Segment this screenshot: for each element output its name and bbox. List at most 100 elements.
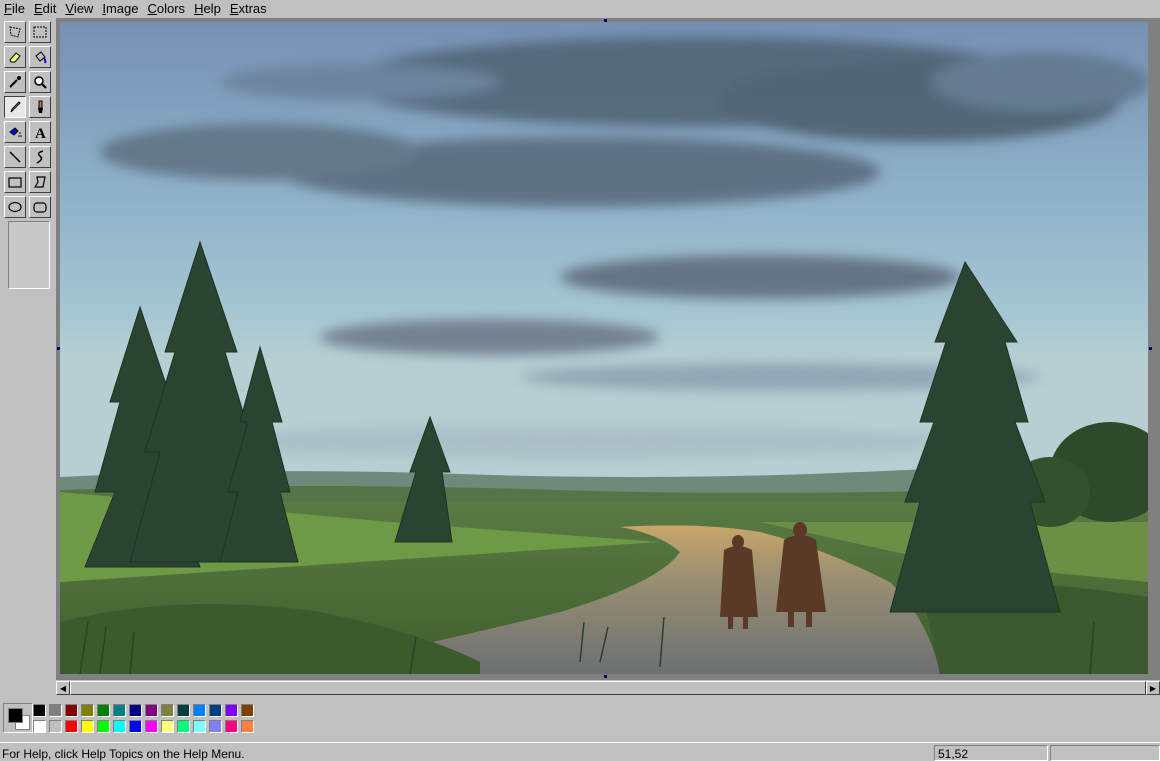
palette-swatch[interactable] (209, 720, 222, 733)
pencil-icon (10, 101, 21, 113)
palette-swatch[interactable] (49, 704, 62, 717)
scroll-thumb[interactable] (70, 681, 1146, 695)
text-tool[interactable]: A (29, 121, 51, 143)
magnifier-tool[interactable] (29, 71, 51, 93)
line-icon (9, 151, 21, 163)
airbrush-icon (9, 127, 22, 137)
palette-swatch[interactable] (113, 704, 126, 717)
resize-handle-top[interactable] (604, 19, 607, 22)
menu-colors[interactable]: Colors (143, 0, 190, 18)
menu-edit[interactable]: Edit (30, 0, 61, 18)
menu-help[interactable]: Help (190, 0, 226, 18)
menu-extras[interactable]: Extras (226, 0, 272, 18)
palette-swatch[interactable] (193, 720, 206, 733)
menu-label-rest: xtras (238, 1, 267, 16)
svg-text:A: A (35, 126, 46, 140)
palette-swatch[interactable] (81, 720, 94, 733)
status-help-text: For Help, click Help Topics on the Help … (2, 747, 245, 761)
scroll-left-button[interactable]: ◀ (56, 681, 70, 695)
eyedropper-icon (9, 76, 21, 88)
palette-swatch[interactable] (129, 704, 142, 717)
palette-swatch[interactable] (241, 704, 254, 717)
landscape-painting (60, 22, 1148, 674)
palette-swatch[interactable] (81, 704, 94, 717)
toolbox: A (0, 18, 57, 692)
curve-tool[interactable] (29, 146, 51, 168)
rectangle-tool[interactable] (4, 171, 26, 193)
pick-color-tool[interactable] (4, 71, 26, 93)
curve-icon (36, 150, 44, 164)
menu-image[interactable]: Image (98, 0, 143, 18)
rectangle-icon (8, 177, 22, 188)
fill-tool[interactable] (29, 46, 51, 68)
text-icon: A (35, 126, 46, 140)
brush-icon (38, 100, 43, 113)
polygon-tool[interactable] (29, 171, 51, 193)
palette-swatch[interactable] (161, 720, 174, 733)
rounded-rectangle-icon (33, 202, 47, 213)
menu-file[interactable]: File (0, 0, 30, 18)
current-colors[interactable] (3, 703, 33, 733)
menu-accelerator: F (4, 1, 12, 16)
horizontal-scrollbar[interactable]: ◀ ▶ (56, 680, 1160, 695)
rounded-rectangle-tool[interactable] (29, 196, 51, 218)
menu-label-rest: elp (203, 1, 221, 16)
palette-swatch[interactable] (225, 704, 238, 717)
palette-swatch[interactable] (33, 720, 46, 733)
rect-select-icon (33, 26, 47, 38)
menu-view[interactable]: View (61, 0, 98, 18)
line-tool[interactable] (4, 146, 26, 168)
palette-swatch[interactable] (145, 704, 158, 717)
palette-swatch[interactable] (209, 704, 222, 717)
color-box (0, 696, 1160, 740)
palette-swatch[interactable] (145, 720, 158, 733)
palette-swatch[interactable] (177, 704, 190, 717)
free-form-select-tool[interactable] (4, 21, 26, 43)
palette-swatch[interactable] (65, 720, 78, 733)
menu-label-rest: mage (105, 1, 139, 16)
scroll-right-button[interactable]: ▶ (1146, 681, 1160, 695)
menu-label-rest: ile (11, 1, 25, 16)
menu-bar: File Edit View Image Colors Help Extras (0, 0, 1160, 18)
airbrush-tool[interactable] (4, 121, 26, 143)
status-coordinates: 51,52 (938, 747, 969, 761)
eraser-icon (9, 52, 21, 63)
menu-accelerator: C (147, 1, 157, 16)
brush-tool[interactable] (29, 96, 51, 118)
menu-accelerator: V (65, 1, 74, 16)
palette-swatch[interactable] (49, 720, 62, 733)
eraser-tool[interactable] (4, 46, 26, 68)
status-bar: For Help, click Help Topics on the Help … (0, 742, 1160, 761)
palette-swatch[interactable] (177, 720, 190, 733)
fill-bucket-icon (35, 51, 47, 64)
ellipse-tool[interactable] (4, 196, 26, 218)
menu-label-rest: olors (156, 1, 186, 16)
menu-accelerator: E (33, 1, 43, 16)
palette-swatch[interactable] (241, 720, 254, 733)
palette-swatch[interactable] (97, 704, 110, 717)
menu-label-rest: dit (42, 1, 57, 16)
palette-swatch[interactable] (161, 704, 174, 717)
palette-swatch[interactable] (113, 720, 126, 733)
ellipse-icon (8, 201, 22, 213)
free-select-icon (9, 26, 21, 38)
pencil-tool[interactable] (4, 96, 26, 118)
resize-handle-right[interactable] (1149, 347, 1152, 350)
rect-select-tool[interactable] (29, 21, 51, 43)
palette-swatch[interactable] (225, 720, 238, 733)
palette-swatch[interactable] (65, 704, 78, 717)
canvas-workspace (56, 18, 1160, 680)
menu-label-rest: iew (73, 1, 94, 16)
polygon-icon (33, 176, 46, 188)
resize-handle-bottom[interactable] (604, 675, 607, 678)
palette-swatch[interactable] (97, 720, 110, 733)
status-size-pane (1050, 745, 1160, 761)
palette-swatch[interactable] (193, 704, 206, 717)
painting-canvas[interactable] (60, 22, 1148, 674)
magnifier-icon (34, 76, 47, 89)
foreground-color-swatch[interactable] (8, 708, 23, 723)
palette-swatch[interactable] (33, 704, 46, 717)
palette-swatch[interactable] (129, 720, 142, 733)
resize-handle-left[interactable] (57, 347, 60, 350)
tool-options-panel[interactable] (8, 221, 50, 289)
